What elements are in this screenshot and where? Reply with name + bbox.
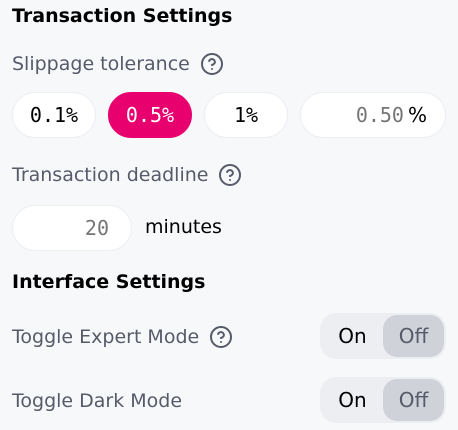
expert-mode-label-text: Toggle Expert Mode [12, 326, 200, 348]
deadline-label-text: Transaction deadline [12, 164, 209, 186]
interface-settings-title: Interface Settings [12, 271, 206, 293]
transaction-settings-title: Transaction Settings [12, 5, 233, 27]
deadline-input[interactable] [39, 216, 109, 240]
dark-mode-toggle[interactable]: On Off [320, 377, 446, 423]
question-circle-icon[interactable] [200, 52, 224, 76]
expert-mode-label: Toggle Expert Mode [12, 325, 233, 349]
expert-mode-on-option[interactable]: On [322, 315, 383, 357]
slippage-option-0-5[interactable]: 0.5% [108, 92, 192, 138]
dark-mode-label: Toggle Dark Mode [12, 390, 182, 412]
dark-mode-on-option[interactable]: On [322, 379, 383, 421]
slippage-option-1[interactable]: 1% [204, 92, 288, 138]
custom-slippage-field[interactable]: % [300, 92, 446, 138]
deadline-unit-label: minutes [145, 216, 222, 238]
slippage-label-text: Slippage tolerance [12, 53, 190, 75]
percent-suffix: % [407, 103, 427, 127]
deadline-field[interactable] [12, 205, 132, 251]
question-circle-icon[interactable] [218, 163, 242, 187]
dark-mode-off-option[interactable]: Off [383, 379, 444, 421]
expert-mode-off-option[interactable]: Off [383, 315, 444, 357]
slippage-tolerance-label: Slippage tolerance [12, 52, 224, 76]
dark-mode-label-text: Toggle Dark Mode [12, 390, 183, 412]
expert-mode-toggle[interactable]: On Off [320, 313, 446, 359]
custom-slippage-input[interactable] [313, 103, 404, 127]
transaction-deadline-label: Transaction deadline [12, 163, 242, 187]
slippage-option-0-1[interactable]: 0.1% [12, 92, 96, 138]
question-circle-icon[interactable] [209, 325, 233, 349]
